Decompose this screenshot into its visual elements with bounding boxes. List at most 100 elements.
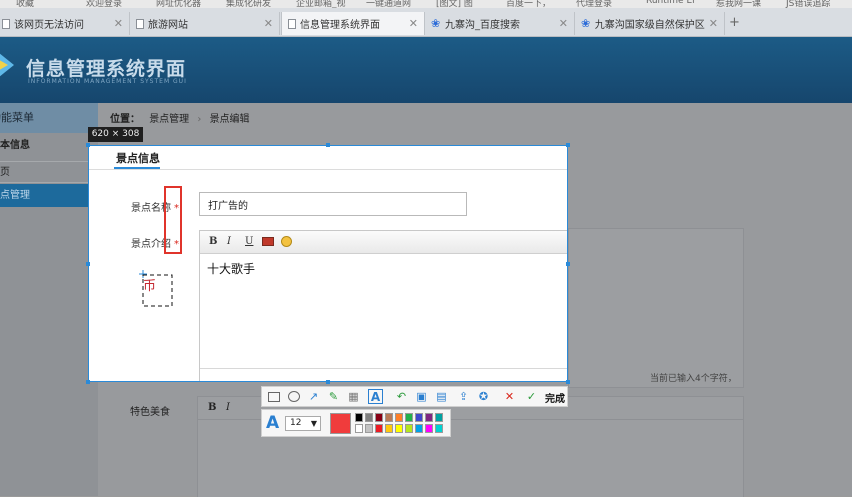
save-icon[interactable]: ▣ [414, 389, 429, 404]
resize-handle[interactable] [566, 143, 570, 147]
bookmark-item[interactable]: 网址优化器 [156, 0, 201, 8]
text-cursor-marker: 币 [139, 269, 173, 309]
sidebar-section-basic-info[interactable]: 基本信息 [0, 135, 98, 157]
bookmark-item[interactable]: 集成化研发 [226, 0, 271, 8]
bold-button[interactable]: B [208, 402, 216, 413]
close-icon[interactable]: ✕ [559, 17, 568, 30]
color-swatch[interactable] [365, 424, 373, 433]
tab-info-management[interactable]: 信息管理系统界面 ✕ [281, 12, 425, 35]
color-swatch[interactable] [395, 424, 403, 433]
attraction-name-input[interactable] [199, 192, 467, 216]
pin-icon[interactable]: ✪ [476, 389, 491, 404]
color-swatch[interactable] [355, 413, 363, 422]
resize-handle[interactable] [566, 380, 570, 384]
sidebar-item-attractions[interactable]: 景点管理 [0, 184, 98, 207]
screenshot-selection[interactable]: 景点信息 景点名称* 景点介绍* B I U 十大歌手 币 [88, 145, 568, 382]
close-icon[interactable]: ✕ [709, 17, 718, 30]
breadcrumb-item[interactable]: 景点管理 [149, 114, 189, 125]
emoji-icon[interactable] [281, 236, 292, 247]
pen-tool-icon[interactable]: ✎ [326, 389, 341, 404]
breadcrumb: 位置： 景点管理 › 景点编辑 [110, 110, 250, 125]
bookmark-item[interactable]: 收藏 [16, 0, 34, 8]
color-swatch[interactable] [405, 424, 413, 433]
confirm-check-icon[interactable]: ✓ [524, 389, 539, 404]
intro-rich-editor[interactable]: B I U 十大歌手 [199, 230, 567, 381]
new-tab-button[interactable]: + [729, 15, 740, 30]
close-icon[interactable]: ✕ [114, 17, 123, 30]
bookmark-item[interactable]: Runtime Er [646, 0, 696, 6]
underline-button[interactable]: U [245, 236, 253, 247]
sidebar-header: 功能菜单 [0, 103, 98, 133]
color-swatch[interactable] [425, 424, 433, 433]
tab-nature-reserve[interactable]: ❀ 九寨沟国家级自然保护区 ✕ [575, 12, 725, 35]
italic-button[interactable]: I [227, 236, 231, 247]
baidu-paw-icon: ❀ [431, 17, 441, 30]
rectangle-tool-icon[interactable] [266, 389, 281, 404]
share-icon[interactable]: ⇪ [456, 389, 471, 404]
undo-icon[interactable]: ↶ [394, 389, 409, 404]
bookmark-item[interactable]: 企业邮箱_视 [296, 0, 346, 8]
annotation-red-rectangle[interactable] [164, 186, 182, 254]
breadcrumb-label: 位置： [110, 114, 140, 125]
app-subtitle: INFORMATION MANAGEMENT SYSTEM GUI [28, 78, 187, 85]
editor-continuation [568, 228, 744, 388]
color-swatch[interactable] [355, 424, 363, 433]
color-swatch[interactable] [435, 424, 443, 433]
bookmark-item[interactable]: 百度一下， [506, 0, 551, 8]
color-swatch[interactable] [385, 413, 393, 422]
close-icon[interactable]: ✕ [409, 17, 418, 30]
mosaic-tool-icon[interactable]: ▦ [346, 389, 361, 404]
bookmark-item[interactable]: 代理登录 [576, 0, 612, 8]
color-swatch[interactable] [365, 413, 373, 422]
text-tool-glyph: 币 [143, 279, 157, 294]
screenshot-toolbar: ↗ ✎ ▦ A ↶ ▣ ▤ ⇪ ✪ ✕ ✓ 完成 [261, 386, 568, 407]
breadcrumb-separator: › [197, 114, 202, 125]
tab-label: 该网页无法访问 [14, 20, 84, 31]
resize-handle[interactable] [86, 380, 90, 384]
color-swatch[interactable] [405, 413, 413, 422]
bookmark-item[interactable]: JS错误追踪 [786, 0, 830, 8]
resize-handle[interactable] [326, 143, 330, 147]
font-size-select[interactable]: 12 ▼ [285, 416, 321, 431]
current-color-swatch[interactable] [330, 413, 351, 434]
sidebar-item-home[interactable]: 首页 [0, 161, 98, 183]
color-swatch[interactable] [385, 424, 393, 433]
cancel-icon[interactable]: ✕ [502, 389, 517, 404]
color-swatch[interactable] [395, 413, 403, 422]
breadcrumb-item[interactable]: 景点编辑 [210, 114, 250, 125]
resize-handle[interactable] [86, 143, 90, 147]
copy-icon[interactable]: ▤ [434, 389, 449, 404]
color-swatch[interactable] [435, 413, 443, 422]
logo-icon [0, 53, 14, 77]
color-swatch[interactable] [375, 424, 383, 433]
tab-travel-site[interactable]: 旅游网站 ✕ [130, 12, 280, 35]
ellipse-tool-icon[interactable] [286, 389, 301, 404]
char-count: 当前已输入4个字符， [650, 374, 737, 384]
close-icon[interactable]: ✕ [264, 17, 273, 30]
color-swatch[interactable] [415, 413, 423, 422]
editor-content[interactable]: 十大歌手 [207, 260, 255, 277]
bookmark-item[interactable]: 欢迎登录 [86, 0, 122, 8]
color-swatch[interactable] [415, 424, 423, 433]
italic-button[interactable]: I [226, 402, 230, 413]
color-swatch[interactable] [375, 413, 383, 422]
bookmark-item[interactable]: 惹我网一课 [716, 0, 761, 8]
tab-page-unavailable[interactable]: 该网页无法访问 ✕ [0, 12, 130, 35]
image-icon[interactable] [262, 237, 274, 246]
resize-handle[interactable] [86, 262, 90, 266]
resize-handle[interactable] [326, 380, 330, 384]
page-icon [136, 18, 144, 29]
resize-handle[interactable] [566, 262, 570, 266]
tab-attraction-info[interactable]: 景点信息 [116, 150, 160, 166]
color-swatch[interactable] [425, 413, 433, 422]
tab-baidu-search[interactable]: ❀ 九寨沟_百度搜索 ✕ [425, 12, 575, 35]
editor-toolbar: B I U [200, 231, 567, 254]
bookmark-item[interactable]: 一键通道网 [366, 0, 411, 8]
text-tool-icon[interactable]: A [368, 389, 383, 404]
special-food-label: 特色美食 [130, 407, 170, 418]
tab-label: 九寨沟国家级自然保护区 [594, 20, 705, 31]
done-button[interactable]: 完成 [545, 390, 565, 405]
bold-button[interactable]: B [209, 236, 217, 247]
arrow-tool-icon[interactable]: ↗ [306, 389, 321, 404]
bookmark-item[interactable]: [图文] 图 [436, 0, 473, 8]
